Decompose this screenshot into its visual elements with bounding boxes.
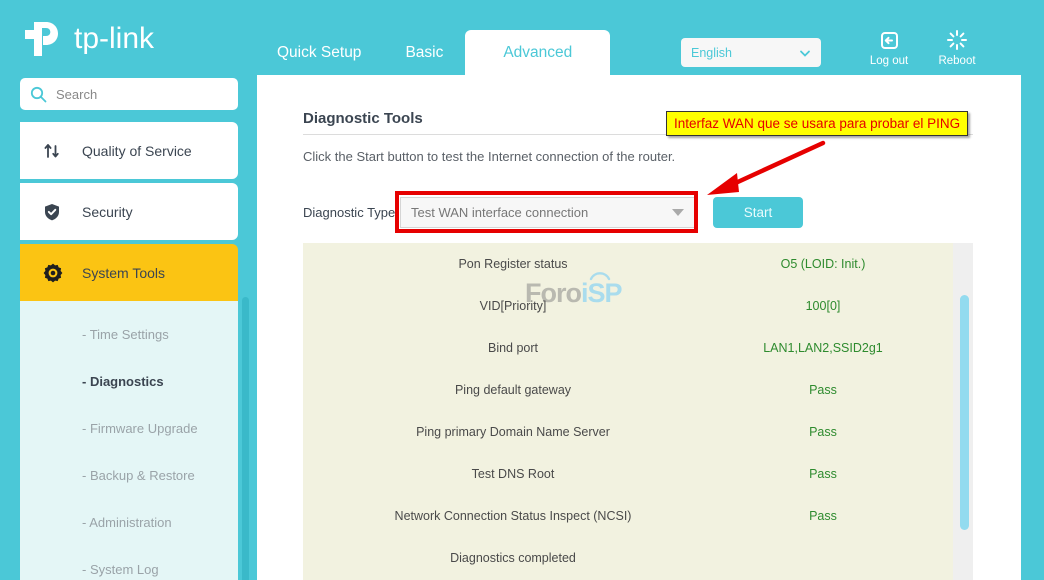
table-row: Diagnostics completed (303, 537, 973, 579)
router-admin-page: tp-link Quick Setup Basic Advanced Engli… (0, 0, 1044, 580)
sidebar-item-security[interactable]: Security (20, 183, 238, 240)
reboot-button[interactable]: Reboot (926, 28, 988, 67)
tab-advanced[interactable]: Advanced (465, 30, 610, 75)
result-status-text: Diagnostics completed (303, 537, 723, 579)
chevron-down-icon (799, 47, 811, 59)
sidebar-menu: Quality of Service Security (20, 122, 238, 580)
diagnostic-results-panel: ForoiSP Pon Register statusO5 (LOID: Ini… (303, 243, 973, 580)
page-title: Diagnostic Tools (303, 110, 423, 127)
diagnostic-type-value: Test WAN interface connection (411, 205, 672, 220)
language-value: English (691, 46, 799, 60)
annotation-callout: Interfaz WAN que se usara para probar el… (666, 111, 968, 136)
table-row: Pon Register statusO5 (LOID: Init.) (303, 243, 973, 285)
search-placeholder: Search (56, 87, 97, 102)
result-key: Network Connection Status Inspect (NCSI) (303, 495, 723, 537)
sidebar-subitem-administration[interactable]: - Administration (20, 499, 238, 546)
tab-basic[interactable]: Basic (383, 30, 465, 75)
search-icon (30, 86, 47, 103)
sidebar-subitem-backup-restore[interactable]: - Backup & Restore (20, 452, 238, 499)
language-select[interactable]: English (681, 38, 821, 67)
tplink-logo[interactable]: tp-link (20, 12, 165, 58)
main-nav: Quick Setup Basic Advanced (255, 30, 610, 75)
result-value: Pass (723, 369, 923, 411)
table-row: Test DNS RootPass (303, 453, 973, 495)
sidebar-subitem-time-settings[interactable]: - Time Settings (20, 311, 238, 358)
table-row: Ping default gatewayPass (303, 369, 973, 411)
shield-check-icon (42, 202, 68, 222)
result-value: Pass (723, 453, 923, 495)
sidebar-item-system-tools[interactable]: System Tools (20, 244, 238, 301)
result-key: Test DNS Root (303, 453, 723, 495)
result-key: Ping default gateway (303, 369, 723, 411)
result-value: O5 (LOID: Init.) (723, 243, 923, 285)
search-input[interactable]: Search (20, 78, 238, 110)
diagnostic-type-label: Diagnostic Type (303, 205, 400, 220)
result-value: Pass (723, 495, 923, 537)
logout-label: Log out (858, 55, 920, 67)
sidebar-submenu: - Time Settings - Diagnostics - Firmware… (20, 301, 238, 580)
results-scrollbar-thumb[interactable] (960, 295, 969, 530)
table-row: Network Connection Status Inspect (NCSI)… (303, 495, 973, 537)
gear-icon (42, 262, 68, 284)
sidebar-item-label: Quality of Service (82, 143, 192, 159)
header: tp-link Quick Setup Basic Advanced Engli… (0, 0, 1044, 75)
sidebar-item-label: System Tools (82, 265, 165, 281)
sidebar-item-label: Security (82, 204, 133, 220)
page-description: Click the Start button to test the Inter… (303, 149, 675, 164)
svg-text:tp-link: tp-link (74, 22, 155, 55)
result-value: 100[0] (723, 285, 923, 327)
sidebar-item-quality-of-service[interactable]: Quality of Service (20, 122, 238, 179)
table-row: Ping primary Domain Name ServerPass (303, 411, 973, 453)
annotation-arrow (695, 138, 830, 200)
logout-button[interactable]: Log out (858, 28, 920, 67)
sidebar: Search Quality of Service (0, 75, 257, 580)
results-rows: Pon Register statusO5 (LOID: Init.)VID[P… (303, 243, 973, 579)
result-key: Ping primary Domain Name Server (303, 411, 723, 453)
result-value: LAN1,LAN2,SSID2g1 (723, 327, 923, 369)
logout-icon (858, 28, 920, 52)
sidebar-subitem-system-log[interactable]: - System Log (20, 546, 238, 580)
diagnostic-type-select-wrap: Test WAN interface connection (400, 197, 695, 228)
reboot-icon (926, 28, 988, 52)
table-row: VID[Priority]100[0] (303, 285, 973, 327)
result-key: Bind port (303, 327, 723, 369)
diagnostic-type-select[interactable]: Test WAN interface connection (400, 197, 695, 228)
results-scrollbar-track[interactable] (953, 243, 973, 580)
sidebar-subitem-firmware-upgrade[interactable]: - Firmware Upgrade (20, 405, 238, 452)
diagnostic-type-row: Diagnostic Type Test WAN interface conne… (303, 197, 803, 228)
table-row: Bind portLAN1,LAN2,SSID2g1 (303, 327, 973, 369)
result-key: Pon Register status (303, 243, 723, 285)
sidebar-subitem-diagnostics[interactable]: - Diagnostics (20, 358, 238, 405)
reboot-label: Reboot (926, 55, 988, 67)
sidebar-scrollbar[interactable] (242, 297, 249, 580)
start-button[interactable]: Start (713, 197, 803, 228)
chevron-down-icon (672, 209, 684, 216)
result-value: Pass (723, 411, 923, 453)
tab-quick-setup[interactable]: Quick Setup (255, 30, 383, 75)
main-content: Diagnostic Tools Click the Start button … (257, 75, 1021, 580)
updown-arrows-icon (42, 141, 68, 161)
result-key: VID[Priority] (303, 285, 723, 327)
